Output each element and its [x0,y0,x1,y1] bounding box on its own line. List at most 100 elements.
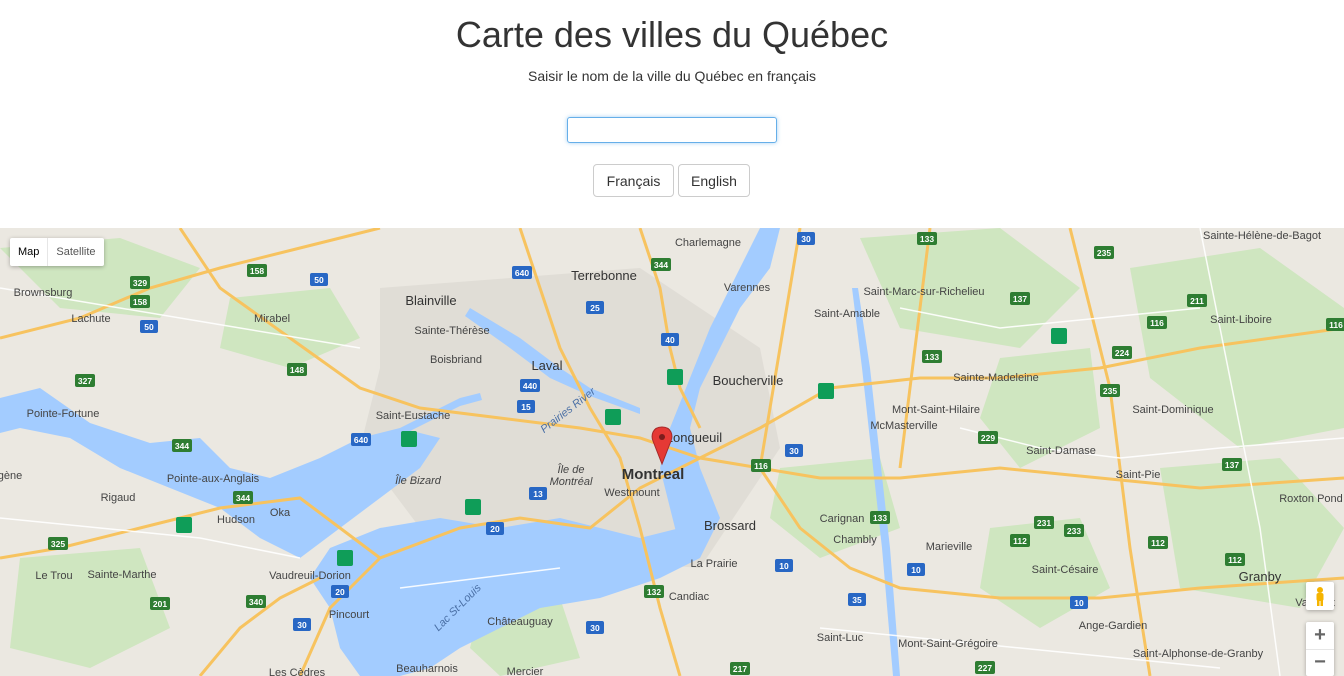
svg-text:440: 440 [523,381,537,391]
svg-text:Boisbriand: Boisbriand [430,354,482,366]
svg-text:50: 50 [314,275,324,285]
svg-text:20: 20 [490,524,500,534]
svg-text:235: 235 [1103,386,1117,396]
svg-text:Pincourt: Pincourt [329,609,369,621]
svg-text:229: 229 [981,433,995,443]
svg-text:Saint-Césaire: Saint-Césaire [1032,564,1099,576]
svg-text:Westmount: Westmount [604,487,659,499]
map-type-satellite[interactable]: Satellite [48,238,103,266]
map-tiles: 640 344 30 133 235 329 158 158 50 25 211… [0,228,1344,676]
svg-text:231: 231 [1037,518,1051,528]
svg-text:132: 132 [647,587,661,597]
svg-text:Marieville: Marieville [926,541,972,553]
street-view-pegman-icon[interactable] [1306,582,1334,610]
svg-text:Mont-Saint-Grégoire: Mont-Saint-Grégoire [898,638,998,650]
page-header: Carte des villes du Québec Saisir le nom… [0,0,1344,228]
svg-text:La Prairie: La Prairie [690,558,737,570]
svg-text:30: 30 [789,446,799,456]
zoom-out-button[interactable]: − [1306,649,1334,676]
svg-text:50: 50 [144,322,154,332]
svg-text:640: 640 [354,435,368,445]
svg-text:Sainte-Marthe: Sainte-Marthe [87,569,156,581]
svg-text:40: 40 [665,335,675,345]
svg-text:Terrebonne: Terrebonne [571,268,637,283]
svg-text:25: 25 [590,303,600,313]
svg-text:Mirabel: Mirabel [254,313,290,325]
svg-text:Île Bizard: Île Bizard [395,474,442,487]
svg-text:133: 133 [873,513,887,523]
svg-text:Granby: Granby [1239,569,1282,584]
svg-text:Vaudreuil-Dorion: Vaudreuil-Dorion [269,570,351,582]
svg-text:20: 20 [335,587,345,597]
svg-text:Varennes: Varennes [724,282,771,294]
svg-text:30: 30 [297,620,307,630]
svg-text:211: 211 [1190,296,1204,306]
svg-text:112: 112 [1013,536,1027,546]
page-title: Carte des villes du Québec [455,14,889,55]
svg-text:Le Trou: Le Trou [35,570,72,582]
svg-text:Carignan: Carignan [820,513,865,525]
svg-text:McMasterville: McMasterville [870,420,937,432]
svg-text:Sainte-Thérèse: Sainte-Thérèse [414,325,489,337]
svg-text:217: 217 [733,664,747,674]
svg-text:10: 10 [1074,598,1084,608]
english-button[interactable]: English [678,164,750,197]
svg-text:Île de: Île de [558,463,585,476]
map-type-map[interactable]: Map [10,238,49,266]
svg-text:Oka: Oka [270,507,291,519]
svg-text:Montreal: Montreal [622,466,685,483]
svg-text:Chambly: Chambly [833,534,877,546]
svg-text:Longueuil: Longueuil [666,430,722,445]
svg-text:Beauharnois: Beauharnois [396,663,458,675]
svg-text:Montréal: Montréal [550,476,593,488]
svg-text:235: 235 [1097,248,1111,258]
svg-text:Mercier: Mercier [507,666,544,676]
svg-text:Brownsburg: Brownsburg [14,287,73,299]
svg-text:gène: gène [0,470,22,482]
map-canvas[interactable]: 640 344 30 133 235 329 158 158 50 25 211… [0,228,1344,676]
svg-text:133: 133 [925,352,939,362]
svg-text:10: 10 [911,565,921,575]
svg-text:201: 201 [153,599,167,609]
svg-text:233: 233 [1067,526,1081,536]
svg-text:112: 112 [1228,555,1242,565]
svg-text:Saint-Damase: Saint-Damase [1026,445,1096,457]
zoom-control: + − [1306,622,1334,676]
page-subtitle: Saisir le nom de la ville du Québec en f… [528,68,816,84]
svg-text:227: 227 [978,663,992,673]
svg-text:Saint-Pie: Saint-Pie [1116,469,1161,481]
svg-text:Saint-Alphonse-de-Granby: Saint-Alphonse-de-Granby [1133,648,1264,660]
svg-text:Brossard: Brossard [704,518,756,533]
svg-text:Saint-Luc: Saint-Luc [817,632,864,644]
svg-text:Blainville: Blainville [405,293,456,308]
svg-text:116: 116 [1150,318,1164,328]
svg-text:137: 137 [1225,460,1239,470]
svg-text:224: 224 [1115,348,1129,358]
svg-text:133: 133 [920,234,934,244]
svg-text:137: 137 [1013,294,1027,304]
city-search-input[interactable] [567,117,777,143]
zoom-in-button[interactable]: + [1306,622,1334,650]
svg-text:10: 10 [779,561,789,571]
svg-text:Saint-Amable: Saint-Amable [814,308,880,320]
svg-text:Saint-Eustache: Saint-Eustache [376,410,451,422]
svg-text:Charlemagne: Charlemagne [675,237,741,249]
french-button[interactable]: Français [593,164,674,197]
svg-text:Pointe-aux-Anglais: Pointe-aux-Anglais [167,473,260,485]
svg-text:Mont-Saint-Hilaire: Mont-Saint-Hilaire [892,404,980,416]
svg-text:148: 148 [290,365,304,375]
svg-text:30: 30 [801,234,811,244]
svg-text:Rigaud: Rigaud [101,492,136,504]
svg-text:Châteauguay: Châteauguay [487,616,553,628]
svg-text:Sainte-Madeleine: Sainte-Madeleine [953,372,1039,384]
svg-text:Boucherville: Boucherville [713,373,784,388]
svg-text:13: 13 [533,489,543,499]
svg-text:Lachute: Lachute [71,313,110,325]
svg-text:Sainte-Hélène-de-Bagot: Sainte-Hélène-de-Bagot [1203,230,1321,242]
svg-text:158: 158 [133,297,147,307]
svg-text:325: 325 [51,539,65,549]
svg-text:344: 344 [236,493,250,503]
svg-text:Laval: Laval [531,358,562,373]
svg-text:116: 116 [1329,320,1343,330]
svg-text:327: 327 [78,376,92,386]
